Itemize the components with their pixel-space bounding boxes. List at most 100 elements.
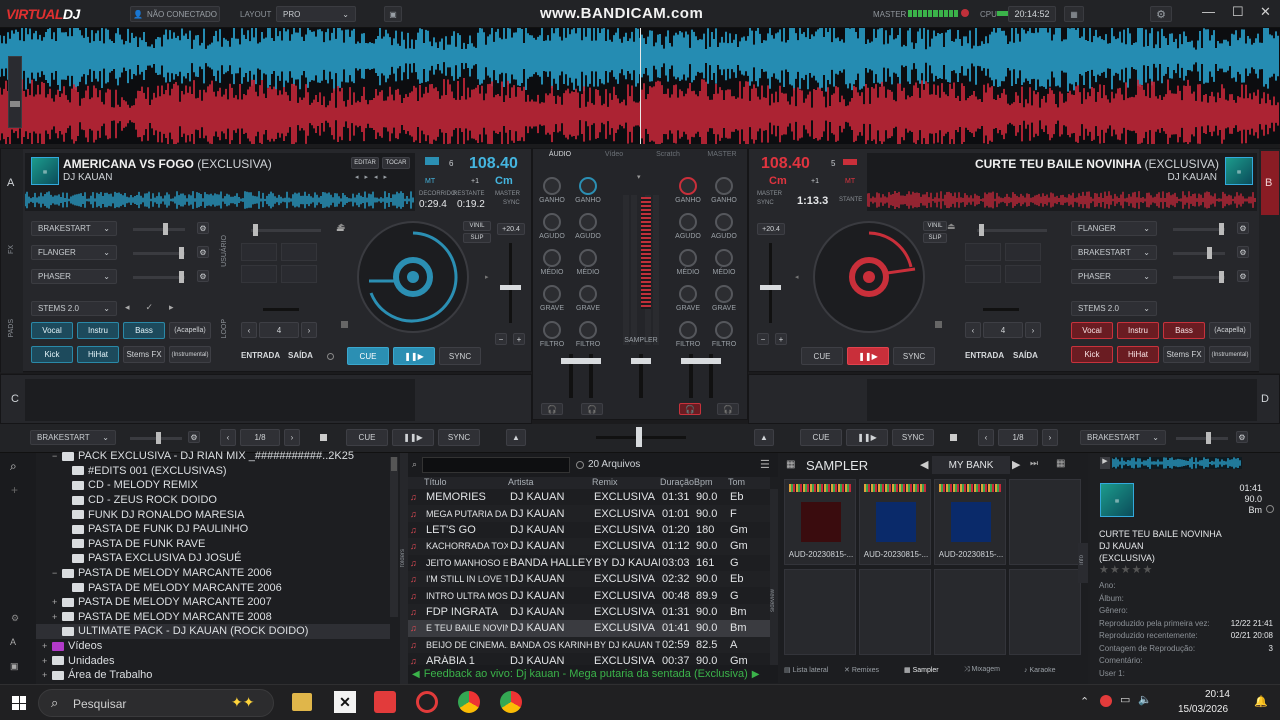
mixer-collapse-icon[interactable]: ▾ xyxy=(637,173,641,181)
deck-b-cue-button[interactable]: CUE xyxy=(801,347,843,365)
deck-b-fx3-settings-icon[interactable]: ⚙ xyxy=(1237,270,1249,282)
column-header[interactable]: Duração xyxy=(658,477,694,489)
cube-icon[interactable]: ▣ xyxy=(384,6,402,22)
deck-b-fx3-select[interactable]: PHASER ⌄ xyxy=(1071,269,1157,284)
info-mini-waveform[interactable] xyxy=(1111,457,1242,469)
deck-c-play-button[interactable]: ❚❚▶ xyxy=(392,429,434,446)
gear-icon[interactable]: ⚙ xyxy=(1150,6,1172,22)
tab-scratch[interactable]: Scratch xyxy=(641,149,695,163)
deck-a-pitch-minus[interactable]: − xyxy=(495,333,507,345)
tree-scrollbar[interactable] xyxy=(390,457,398,617)
eq-knob[interactable] xyxy=(543,285,561,303)
deck-c-loop-next[interactable]: › xyxy=(284,429,300,446)
tree-item[interactable]: PASTA DE FUNK DJ PAULINHO xyxy=(36,522,390,537)
eq-knob[interactable] xyxy=(679,285,697,303)
waveform-overview[interactable] xyxy=(0,28,1280,144)
tab-audio[interactable]: ÁUDIO xyxy=(533,149,587,163)
app-red-icon[interactable] xyxy=(374,691,396,713)
deck-b-fx2-slider[interactable] xyxy=(1173,247,1225,259)
deck-a-stem-bass[interactable]: Bass xyxy=(123,322,165,339)
table-row[interactable]: ♫ JEITO MANHOSO E... BANDA HALLEY BY DJ KAU… xyxy=(408,555,770,571)
deck-b-jog-eject-icon[interactable]: ⏏ xyxy=(947,221,956,232)
sampler-slot[interactable]: AUD-20230815-... xyxy=(784,479,856,565)
tree-item[interactable]: + PASTA DE MELODY MARCANTE 2008 xyxy=(36,610,390,625)
deck-b-fx3-slider[interactable] xyxy=(1173,271,1225,283)
bottom-tab[interactable]: ⤨ Mixagem xyxy=(960,666,1020,674)
deck-b-stem-instrumental[interactable]: (Instrumental) xyxy=(1209,346,1251,363)
deck-b-mt[interactable]: MT xyxy=(845,178,855,185)
deck-d-settings-icon[interactable]: ⚙ xyxy=(1236,431,1248,443)
info-play-icon[interactable]: ▶ xyxy=(1100,457,1110,469)
next-arrow-icon[interactable]: ▶ xyxy=(752,669,760,680)
eq-knob[interactable] xyxy=(715,213,733,231)
deck-d-loop-prev[interactable]: ‹ xyxy=(978,429,994,446)
tray-chevron-icon[interactable]: ⌃ xyxy=(1080,695,1089,708)
settings-small-icon[interactable]: ⚙ xyxy=(11,613,19,624)
deck-a-mini-waveform[interactable] xyxy=(24,191,415,209)
deck-c-loop-prev[interactable]: ‹ xyxy=(220,429,236,446)
deck-b-entrada-button[interactable]: ENTRADA xyxy=(965,351,1004,360)
deck-a-fx2-slider[interactable] xyxy=(133,247,185,259)
deck-b-loop-value[interactable]: 4 xyxy=(983,322,1023,338)
deck-a-fx1-slider[interactable] xyxy=(133,223,185,235)
deck-b-user-slider[interactable] xyxy=(977,224,1047,236)
deck-b-pitch-offset[interactable]: +1 xyxy=(811,178,819,185)
deck-b-fx1-settings-icon[interactable]: ⚙ xyxy=(1237,222,1249,234)
deck-a-saida-button[interactable]: SAÍDA xyxy=(288,351,313,360)
deck-b-loop-prev[interactable]: ‹ xyxy=(965,322,981,338)
filter-icon[interactable] xyxy=(576,461,584,469)
deck-b-user-pad-3[interactable] xyxy=(965,265,1001,283)
tab-video[interactable]: Vídeo xyxy=(587,149,641,163)
deck-a-edit-button[interactable]: EDITAR xyxy=(351,157,379,169)
deck-a-jog-wheel[interactable] xyxy=(357,221,469,333)
table-row[interactable]: ♫ BEIJO DE CINEMA...BANDA OS KARINHASBY D… xyxy=(408,636,770,653)
deck-b-mini-waveform[interactable] xyxy=(866,191,1257,209)
deck-b-loop-next[interactable]: › xyxy=(1025,322,1041,338)
deck-b-user-pad-4[interactable] xyxy=(1005,265,1041,283)
notification-bell-icon[interactable]: 🔔 xyxy=(1254,695,1268,708)
column-header[interactable]: Remix xyxy=(590,477,658,489)
feedback-bar[interactable]: ◀ Feedback ao vivo: Dj kauan - Mega puta… xyxy=(408,665,778,683)
crossfader[interactable] xyxy=(596,427,686,447)
bottom-tab[interactable]: ✕ Remixes xyxy=(840,666,900,674)
deck-b-stems-select[interactable]: STEMS 2.0 ⌄ xyxy=(1071,301,1157,316)
tree-item[interactable]: + PASTA DE MELODY MARCANTE 2007 xyxy=(36,595,390,610)
eq-knob[interactable] xyxy=(579,249,597,267)
tree-item[interactable]: FUNK DJ RONALDO MARESIA xyxy=(36,507,390,522)
tray-network-icon[interactable]: ▭ xyxy=(1120,693,1130,706)
deck-a-fx2-select[interactable]: FLANGER ⌄ xyxy=(31,245,117,260)
bank-prev-icon[interactable]: ◀ xyxy=(920,458,928,471)
volume-fader-a2[interactable] xyxy=(581,354,601,398)
tree-item[interactable]: + Área de Trabalho xyxy=(36,668,390,683)
deck-a-sync-button[interactable]: SYNC xyxy=(439,347,481,365)
volume-fader-b1[interactable] xyxy=(681,354,701,398)
deck-d-stop-icon[interactable] xyxy=(950,434,957,441)
eq-knob[interactable] xyxy=(715,321,733,339)
deck-d-fx-select[interactable]: BRAKESTART ⌄ xyxy=(1080,430,1166,445)
tree-toggle-icon[interactable]: − xyxy=(52,451,62,461)
deck-a-user-pad-3[interactable] xyxy=(241,265,277,283)
deck-b-user-pad-2[interactable] xyxy=(1005,243,1041,261)
sampler-slot[interactable] xyxy=(784,569,856,655)
tree-item[interactable]: CD - ZEUS ROCK DOIDO xyxy=(36,493,390,508)
eq-knob[interactable] xyxy=(679,177,697,195)
deck-b-loop-slider[interactable] xyxy=(983,308,1019,311)
add-icon[interactable]: + xyxy=(11,483,18,497)
deck-c-fx-slider[interactable] xyxy=(130,432,182,444)
headphone-icon-1[interactable]: 🎧 xyxy=(541,403,563,415)
deck-d-loop-next[interactable]: › xyxy=(1042,429,1058,446)
connection-button[interactable]: 👤 NÃO CONECTADO xyxy=(130,6,220,22)
deck-a-slip-button[interactable]: SLIP xyxy=(463,233,491,243)
eq-knob[interactable] xyxy=(579,321,597,339)
deck-a-fx1-select[interactable]: BRAKESTART ⌄ xyxy=(31,221,117,236)
column-header[interactable]: Tom xyxy=(726,477,766,489)
tree-toggle-icon[interactable]: + xyxy=(42,656,52,666)
eq-knob[interactable] xyxy=(579,213,597,231)
deck-a-user-slider[interactable] xyxy=(251,224,321,236)
deck-c-settings-icon[interactable]: ⚙ xyxy=(188,431,200,443)
deck-b-play-pause-button[interactable]: ❚❚▶ xyxy=(847,347,889,365)
deck-b-stem-acapella[interactable]: (Acapella) xyxy=(1209,322,1251,339)
column-header[interactable]: Bpm xyxy=(692,477,726,489)
info-side-tab[interactable]: info xyxy=(1078,543,1088,583)
deck-a-user-pad-4[interactable] xyxy=(281,265,317,283)
